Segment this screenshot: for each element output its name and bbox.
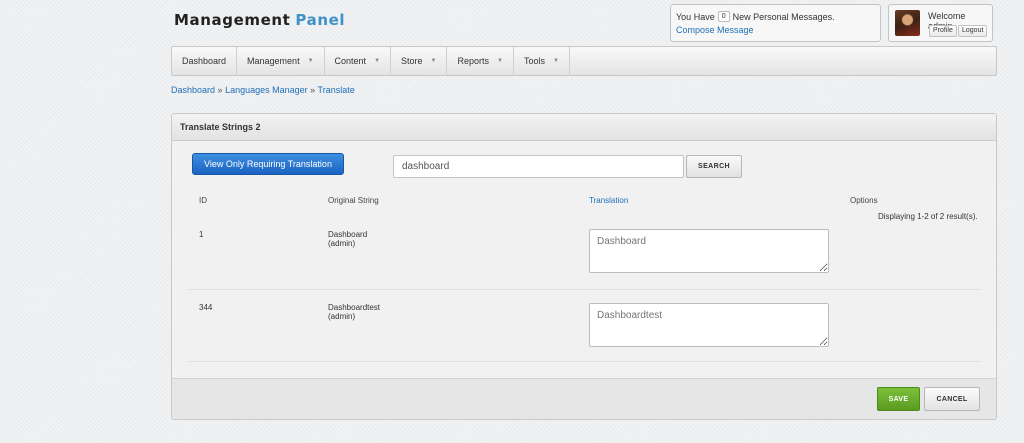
chevron-down-icon: ▼ (430, 58, 437, 64)
column-header-original-string: Original String (328, 196, 379, 205)
user-box: Welcome admin Profile Logout (888, 4, 993, 42)
row-original-string: Dashboardtest (328, 303, 381, 312)
logo-accent-text: Panel (295, 11, 346, 29)
chevron-down-icon: ▼ (307, 58, 314, 64)
cancel-button[interactable]: CANCEL (924, 387, 980, 411)
nav-item-label: Dashboard (182, 56, 227, 66)
nav-item-reports[interactable]: Reports ▼ (447, 47, 514, 75)
panel-footer: SAVE CANCEL (172, 378, 996, 419)
nav-item-store[interactable]: Store ▼ (391, 47, 448, 75)
nav-item-management[interactable]: Management ▼ (237, 47, 325, 75)
chevron-down-icon: ▼ (552, 58, 559, 64)
breadcrumb-item-languages-manager[interactable]: Languages Manager (225, 85, 308, 95)
breadcrumb-separator: » (217, 85, 223, 95)
search-button[interactable]: SEARCH (686, 155, 742, 178)
nav-item-dashboard[interactable]: Dashboard (172, 47, 238, 75)
breadcrumb-item-translate[interactable]: Translate (318, 85, 355, 95)
column-header-options: Options (850, 196, 878, 205)
nav-item-tools[interactable]: Tools ▼ (514, 47, 570, 75)
chevron-down-icon: ▼ (374, 58, 381, 64)
nav-item-label: Content (334, 56, 367, 66)
breadcrumb: Dashboard » Languages Manager » Translat… (171, 85, 355, 95)
main-nav: Dashboard Management ▼ Content ▼ Store ▼… (171, 46, 997, 76)
messages-suffix: New Personal Messages. (732, 11, 835, 22)
compose-message-link[interactable]: Compose Message (676, 25, 880, 35)
row-id: 344 (199, 303, 213, 312)
breadcrumb-separator: » (310, 85, 316, 95)
column-header-translation[interactable]: Translation (589, 196, 628, 205)
translation-field[interactable] (589, 229, 829, 273)
chevron-down-icon: ▼ (497, 58, 503, 64)
nav-item-label: Reports (457, 56, 489, 66)
table-row: 344 Dashboardtest (admin) (187, 290, 982, 362)
nav-item-label: Store (401, 56, 423, 66)
logo-main-text: Management (174, 11, 291, 29)
nav-item-content[interactable]: Content ▼ (325, 47, 392, 75)
nav-item-label: Management (247, 56, 300, 66)
logout-button[interactable]: Logout (958, 25, 988, 37)
row-id: 1 (199, 230, 204, 239)
row-context: (admin) (328, 239, 356, 248)
breadcrumb-item-dashboard[interactable]: Dashboard (171, 85, 215, 95)
search-input[interactable] (393, 155, 684, 178)
nav-item-label: Tools (523, 56, 545, 66)
row-context: (admin) (328, 312, 356, 321)
translate-panel: Translate Strings 2 View Only Requiring … (171, 113, 997, 420)
panel-title: Translate Strings 2 (172, 114, 996, 141)
table-row: 1 Dashboard (admin) (187, 220, 982, 290)
translation-field[interactable] (589, 303, 829, 347)
profile-button[interactable]: Profile (929, 25, 957, 37)
messages-prefix: You Have (676, 11, 715, 22)
avatar (895, 10, 920, 36)
save-button[interactable]: SAVE (877, 387, 920, 411)
view-only-requiring-translation-button[interactable]: View Only Requiring Translation (192, 153, 344, 175)
column-header-id: ID (199, 196, 207, 205)
messages-box: You Have 0 New Personal Messages. Compos… (670, 4, 881, 42)
app-logo: Management Panel (174, 11, 345, 29)
row-original-string: Dashboard (328, 230, 368, 239)
message-count-badge: 0 (717, 11, 730, 22)
